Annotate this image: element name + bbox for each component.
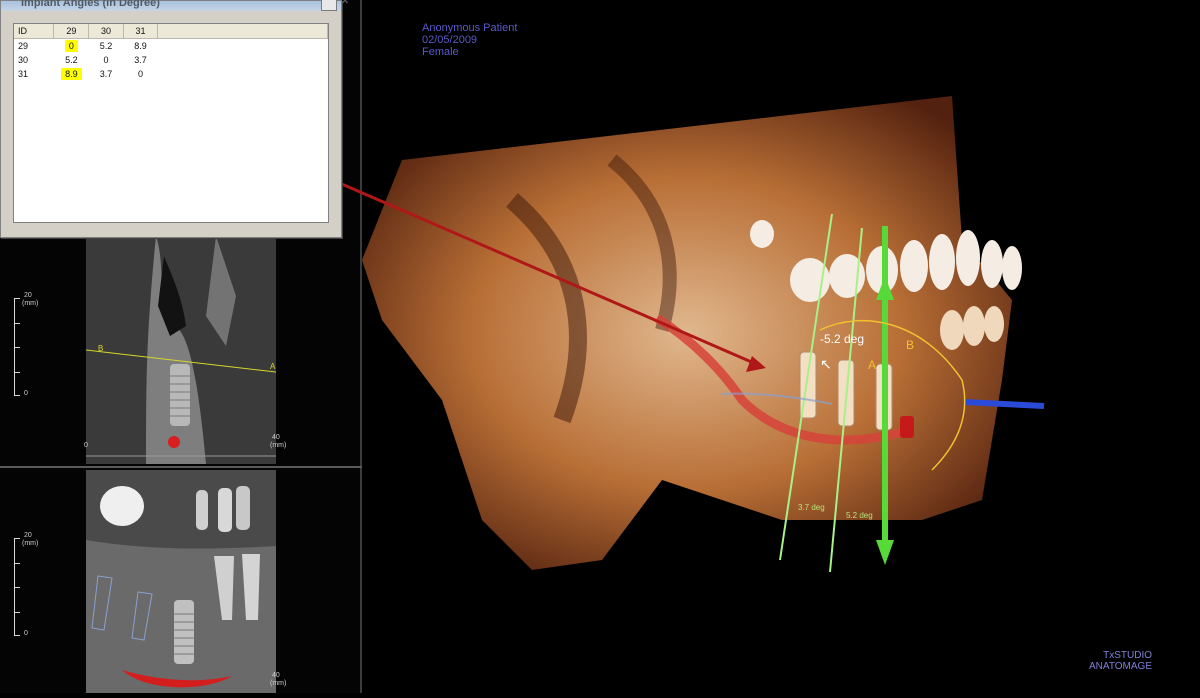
dialog-title: Implant Angles (in Degree) — [21, 0, 160, 9]
implant-angles-dialog[interactable]: Implant Angles (in Degree) x ID 29 30 31… — [0, 0, 348, 238]
column-header[interactable]: 31 — [123, 24, 159, 39]
cell-highlighted: 0 — [54, 39, 89, 54]
cell: 0 — [138, 69, 144, 79]
column-header-empty — [157, 24, 328, 39]
angles-table-container[interactable]: ID 29 30 31 29 0 5.2 8.9 30 5.2 0 3.7 31… — [13, 23, 329, 223]
cell-highlighted: 8.9 — [54, 67, 89, 81]
column-header[interactable]: 29 — [53, 24, 90, 39]
column-header[interactable]: ID — [14, 24, 55, 39]
cell: 30 — [18, 55, 29, 65]
cell: 5.2 — [99, 41, 113, 51]
table-row[interactable]: 30 5.2 0 3.7 — [14, 53, 328, 67]
dialog-title-bar[interactable]: Implant Angles (in Degree) x — [1, 0, 348, 11]
table-header-row: ID 29 30 31 — [14, 24, 328, 39]
close-icon: x — [342, 0, 349, 6]
cell: 0 — [103, 55, 109, 65]
cell: 3.7 — [99, 69, 113, 79]
angles-table: ID 29 30 31 29 0 5.2 8.9 30 5.2 0 3.7 31… — [14, 24, 328, 81]
cell: 5.2 — [65, 55, 78, 65]
cell: 31 — [18, 69, 29, 79]
close-button[interactable]: x — [321, 0, 348, 11]
cell: 8.9 — [134, 41, 147, 51]
column-header[interactable]: 30 — [88, 24, 124, 39]
table-row[interactable]: 29 0 5.2 8.9 — [14, 39, 328, 54]
cell: 29 — [18, 41, 29, 51]
cell: 3.7 — [134, 55, 147, 65]
table-row[interactable]: 31 8.9 3.7 0 — [14, 67, 328, 81]
